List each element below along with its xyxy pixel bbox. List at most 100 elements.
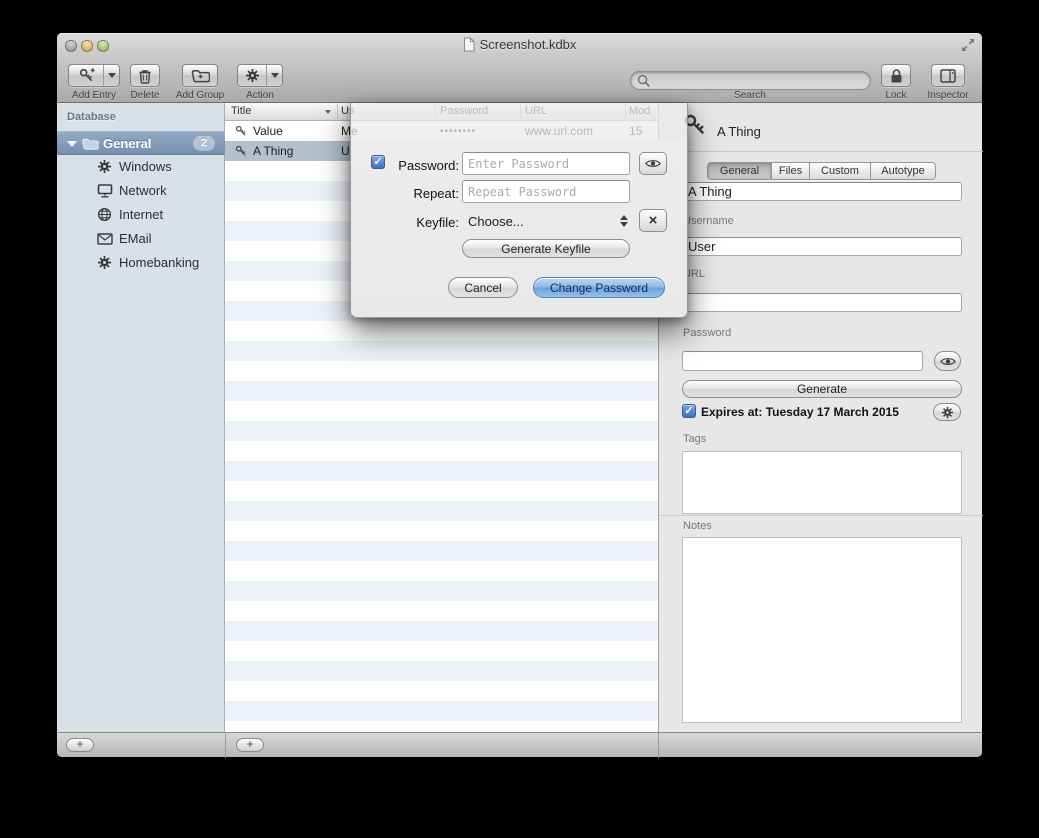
lock-button[interactable] (881, 64, 911, 87)
fullscreen-arrows-icon (961, 38, 975, 52)
divider (659, 151, 983, 152)
window-title: Screenshot.kdbx (480, 37, 577, 52)
inspector-panel-icon (940, 69, 956, 83)
username-field[interactable] (682, 237, 962, 256)
sidebar-group-network[interactable]: Network (57, 179, 225, 203)
sidebar-group-homebanking[interactable]: Homebanking (57, 251, 225, 275)
expires-checkbox[interactable]: ✓ (682, 404, 696, 418)
eye-icon (940, 356, 956, 367)
plus-icon: + (246, 737, 253, 751)
chevron-down-icon (271, 73, 279, 78)
keyfile-selected-value: Choose... (462, 214, 524, 229)
fullscreen-button[interactable] (961, 38, 975, 57)
sheet-password-label: Password: (389, 158, 459, 173)
divider (658, 733, 659, 758)
inspector-label: Inspector (918, 90, 978, 101)
gear-icon (245, 68, 260, 83)
generate-keyfile-label: Generate Keyfile (501, 242, 590, 256)
tab-files[interactable]: Files (771, 163, 809, 179)
folder-icon (81, 137, 99, 153)
gear-icon (97, 159, 112, 177)
divider (659, 515, 983, 516)
add-entry-button[interactable] (68, 64, 120, 87)
password-field[interactable] (682, 351, 923, 371)
action-main[interactable] (238, 65, 266, 86)
generate-keyfile-button[interactable]: Generate Keyfile (462, 239, 630, 258)
key-icon (235, 145, 247, 160)
tab-autotype[interactable]: Autotype (870, 163, 935, 179)
column-header-title[interactable]: Title (231, 105, 251, 117)
change-password-sheet: ✓ Password: Repeat: Keyfile: Choose... ×… (350, 103, 688, 318)
inspector-entry-title: A Thing (717, 124, 761, 139)
globe-icon (97, 207, 112, 225)
checkmark-icon: ✓ (373, 156, 382, 168)
envelope-icon (97, 233, 113, 248)
change-password-button[interactable]: Change Password (533, 277, 665, 298)
add-group-plus-button[interactable]: + (66, 738, 94, 752)
bottom-bar: + + (57, 732, 982, 757)
eye-icon (645, 158, 661, 169)
add-group-button[interactable] (182, 64, 218, 87)
tab-general[interactable]: General (708, 163, 771, 179)
add-entry-plus-button[interactable]: + (236, 738, 264, 752)
reveal-password-button[interactable] (934, 351, 961, 371)
sheet-keyfile-label: Keyfile: (389, 215, 459, 230)
plus-icon: + (76, 737, 83, 751)
group-label: Internet (119, 207, 163, 222)
action-dropdown[interactable] (266, 65, 282, 86)
column-divider[interactable] (337, 104, 338, 119)
desktop-background: Screenshot.kdbx Add Entry Delete (0, 0, 1039, 838)
titlebar[interactable]: Screenshot.kdbx Add Entry Delete (57, 33, 982, 103)
sidebar-group-windows[interactable]: Windows (57, 155, 225, 179)
delete-label: Delete (115, 90, 175, 101)
keyfile-popup[interactable]: Choose... (462, 209, 632, 233)
remove-keyfile-button[interactable]: × (639, 209, 667, 232)
sheet-repeat-label: Repeat: (389, 186, 459, 201)
divider (225, 733, 226, 758)
cancel-button[interactable]: Cancel (448, 277, 518, 298)
key-icon (235, 125, 247, 140)
sidebar-group-internet[interactable]: Internet (57, 203, 225, 227)
search-input[interactable] (630, 71, 871, 90)
tags-textarea[interactable] (682, 451, 962, 514)
gear-icon (941, 406, 954, 419)
cell-title: Value (253, 124, 283, 138)
group-sidebar: Database General 2 Windows (57, 103, 225, 732)
url-field[interactable] (682, 293, 962, 312)
username-label: Username (683, 215, 734, 227)
password-enabled-checkbox[interactable]: ✓ (371, 155, 385, 169)
reveal-password-button[interactable] (639, 152, 667, 175)
generate-label: Generate (797, 382, 847, 396)
password-label: Password (683, 327, 731, 339)
repeat-password-input[interactable] (462, 180, 630, 203)
generate-password-button[interactable]: Generate (682, 380, 962, 398)
search-label: Search (720, 90, 780, 101)
tab-custom[interactable]: Custom (809, 163, 870, 179)
new-password-input[interactable] (462, 152, 630, 175)
sidebar-group-email[interactable]: EMail (57, 227, 225, 251)
expires-options-button[interactable] (933, 403, 961, 421)
tags-label: Tags (683, 433, 706, 445)
notes-textarea[interactable] (682, 537, 962, 723)
group-count-badge: 2 (193, 136, 215, 151)
search-icon (637, 74, 650, 92)
trash-icon (138, 68, 152, 84)
notes-label: Notes (683, 520, 712, 532)
disclosure-triangle-icon[interactable] (67, 141, 77, 147)
cancel-label: Cancel (464, 281, 501, 295)
chevron-down-icon (108, 73, 116, 78)
action-button[interactable] (237, 64, 283, 87)
popup-stepper-icon (617, 212, 630, 230)
sidebar-group-general[interactable]: General 2 (57, 131, 225, 155)
add-entry-dropdown[interactable] (103, 65, 119, 86)
delete-button[interactable] (130, 64, 160, 87)
inspector-tabs: General Files Custom Autotype (707, 162, 936, 180)
gear-icon (97, 255, 112, 273)
add-entry-main[interactable] (69, 65, 103, 86)
inspector-button[interactable] (931, 64, 965, 87)
lock-label: Lock (866, 90, 926, 101)
action-label: Action (230, 90, 290, 101)
sidebar-section-header: Database (67, 111, 116, 123)
title-field[interactable] (682, 182, 962, 201)
group-label: Homebanking (119, 255, 199, 270)
